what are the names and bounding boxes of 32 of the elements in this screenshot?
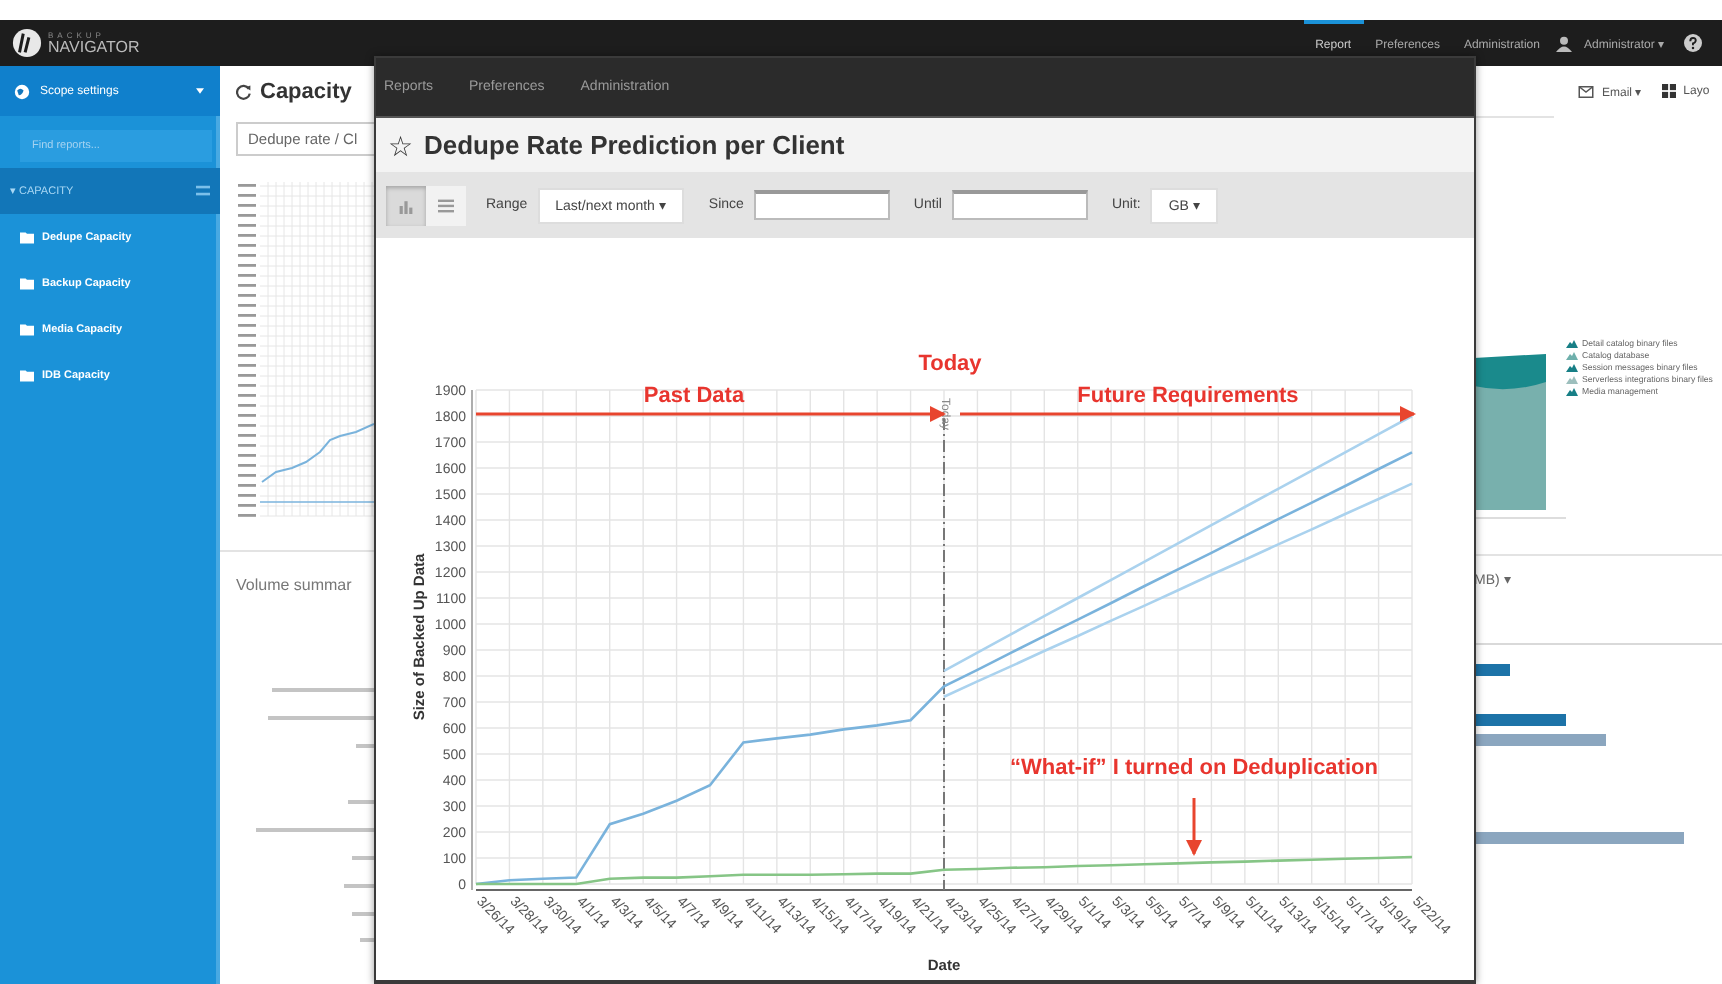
refresh-icon[interactable] (236, 83, 252, 99)
chart-annotation: “What-if” I turned on Deduplication (1010, 756, 1378, 780)
chart-annotation: Future Requirements (1077, 384, 1299, 408)
favorite-star[interactable]: ☆ (388, 129, 414, 161)
folder-icon (20, 277, 34, 289)
chart-annotation: Today (918, 352, 982, 376)
list-icon (438, 197, 454, 213)
bar (1474, 664, 1510, 676)
caret-icon (196, 88, 204, 94)
report-title: Dedupe Rate Prediction per Client (424, 130, 845, 160)
page-title: Capacity (260, 79, 352, 103)
annotation-arrow (1186, 798, 1202, 856)
chart-view-button[interactable] (386, 185, 426, 225)
logo-icon (12, 28, 42, 58)
section-title: Volume summar (236, 576, 354, 594)
list-icon (196, 184, 210, 198)
globe-icon (14, 83, 30, 99)
user-icon (1555, 35, 1572, 51)
until-field[interactable] (951, 190, 1088, 220)
bar (1474, 714, 1566, 726)
table-view-button[interactable] (426, 185, 466, 225)
logo-title: NAVIGATOR (48, 39, 140, 55)
folder-icon (20, 231, 34, 243)
help-icon[interactable] (1684, 34, 1702, 52)
bar (1474, 734, 1606, 746)
chart-annotation: Past Data (643, 384, 745, 408)
grid-icon (1661, 84, 1676, 98)
since-field[interactable] (753, 190, 890, 220)
envelope-icon (1578, 85, 1594, 97)
bar-chart-icon (398, 197, 414, 213)
folder-icon (20, 369, 34, 381)
folder-icon (20, 323, 34, 335)
